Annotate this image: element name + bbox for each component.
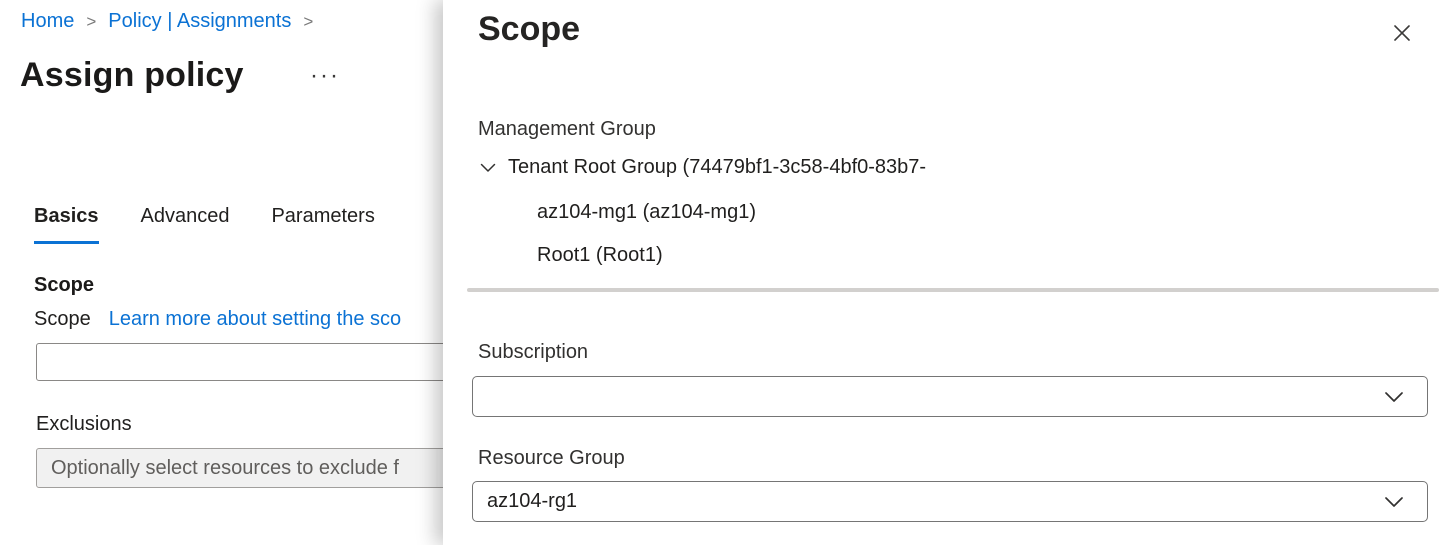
tree-item-label: az104-mg1 (az104-mg1) [537,201,756,224]
chevron-right-icon: > [303,12,313,32]
tab-advanced[interactable]: Advanced [141,205,230,244]
breadcrumb: Home > Policy | Assignments > [21,10,313,33]
tree-item-label: Tenant Root Group (74479bf1-3c58-4bf0-83… [508,156,926,179]
close-icon[interactable] [1387,18,1417,48]
tab-parameters[interactable]: Parameters [271,205,374,244]
azure-portal-page: Home > Policy | Assignments > Assign pol… [0,0,1439,545]
tree-item-label: Root1 (Root1) [537,244,663,267]
tree-item-root1[interactable]: Root1 (Root1) [537,244,663,267]
section-divider [467,288,1439,292]
resource-group-dropdown-value: az104-rg1 [487,490,1381,513]
management-group-label: Management Group [478,118,656,141]
subscription-dropdown[interactable] [472,376,1428,417]
chevron-right-icon: > [86,12,96,32]
tab-basics[interactable]: Basics [34,205,99,244]
tab-bar: Basics Advanced Parameters [34,205,375,244]
scope-section-heading: Scope [34,274,94,297]
page-title: Assign policy [20,56,244,95]
chevron-down-icon[interactable] [478,158,498,178]
scope-field-row: Scope Learn more about setting the sco [34,308,401,331]
panel-title: Scope [478,10,580,49]
tree-item-az104-mg1[interactable]: az104-mg1 (az104-mg1) [537,201,756,224]
subscription-label: Subscription [478,341,588,364]
chevron-down-icon [1381,489,1407,515]
scope-field-label: Scope [34,308,91,331]
learn-more-link[interactable]: Learn more about setting the sco [109,308,401,331]
resource-group-label: Resource Group [478,447,625,470]
breadcrumb-link-home[interactable]: Home [21,10,74,33]
scope-panel: Scope Management Group Tenant Root Group… [443,0,1439,545]
exclusions-label: Exclusions [36,413,132,436]
tree-item-tenant-root-group[interactable]: Tenant Root Group (74479bf1-3c58-4bf0-83… [478,156,926,179]
chevron-down-icon [1381,384,1407,410]
breadcrumb-link-policy-assignments[interactable]: Policy | Assignments [108,10,291,33]
more-options-icon[interactable]: ··· [310,62,340,90]
resource-group-dropdown[interactable]: az104-rg1 [472,481,1428,522]
